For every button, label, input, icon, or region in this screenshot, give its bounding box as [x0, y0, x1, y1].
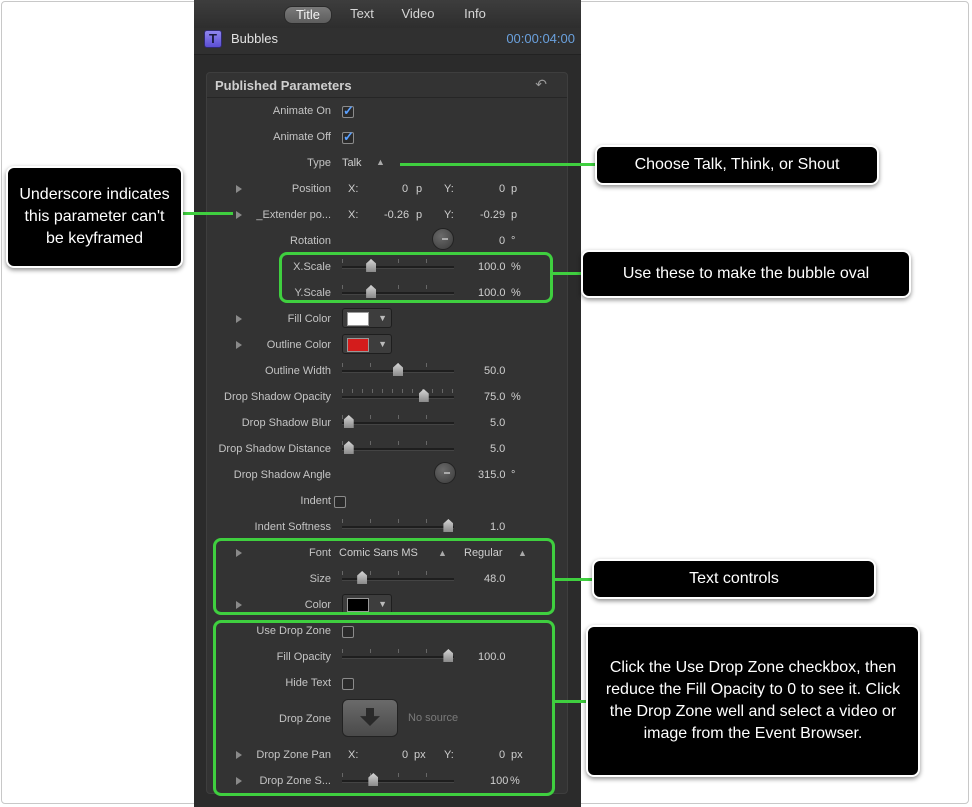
type-callout: Choose Talk, Think, or Shout	[595, 145, 879, 185]
fill-color-swatch	[347, 312, 369, 326]
extender-disclosure-icon[interactable]	[236, 211, 242, 219]
chevron-down-icon[interactable]: ▼	[378, 310, 387, 326]
position-x-unit: p	[416, 183, 423, 195]
drop-shadow-opacity-slider[interactable]	[342, 389, 454, 403]
outline-color-swatch	[347, 338, 369, 352]
extender-y-label: Y:	[444, 209, 454, 221]
drop-shadow-angle-dial[interactable]	[434, 462, 456, 484]
section-header[interactable]: Published Parameters ↶	[207, 73, 567, 98]
underscore-connector-line	[183, 212, 233, 215]
position-x-label: X:	[348, 183, 359, 195]
position-disclosure-icon[interactable]	[236, 185, 242, 193]
indent-softness-slider[interactable]	[342, 519, 454, 533]
animate-off-label: Animate Off	[273, 131, 331, 143]
extender-x-value[interactable]: -0.26	[384, 209, 409, 221]
tab-title[interactable]: Title	[284, 6, 332, 24]
type-label: Type	[307, 157, 331, 169]
tab-info[interactable]: Info	[458, 6, 492, 22]
clip-name: Bubbles	[231, 31, 278, 46]
outline-width-value[interactable]: 50.0	[484, 365, 505, 377]
outline-color-disclosure-icon[interactable]	[236, 341, 242, 349]
extender-y-unit: p	[511, 209, 518, 221]
indent-softness-value[interactable]: 1.0	[490, 521, 505, 533]
drop-shadow-opacity-label: Drop Shadow Opacity	[224, 391, 331, 403]
drop-shadow-opacity-unit: %	[511, 391, 521, 403]
position-label: Position	[291, 183, 331, 195]
underscore-callout: Underscore indicates this parameter can'…	[6, 166, 183, 268]
outline-color-well[interactable]: ▼	[342, 334, 392, 354]
outline-width-label: Outline Width	[264, 365, 331, 377]
clip-title-bar: T Bubbles 00:00:04:00	[194, 28, 581, 55]
extender-x-unit: p	[416, 209, 423, 221]
outline-color-label: Outline Color	[266, 339, 331, 351]
animate-on-label: Animate On	[272, 105, 331, 117]
rotation-unit: °	[511, 235, 516, 247]
drop-shadow-angle-label: Drop Shadow Angle	[233, 469, 331, 481]
drop-shadow-blur-label: Drop Shadow Blur	[241, 417, 331, 429]
text-controls-callout: Text controls	[592, 559, 876, 599]
chevron-down-icon[interactable]: ▼	[378, 336, 387, 352]
rotation-value[interactable]: 0	[499, 235, 505, 247]
scale-highlight-box	[279, 252, 553, 303]
drop-shadow-distance-slider[interactable]	[342, 441, 454, 455]
type-connector-line	[400, 163, 598, 166]
inspector-tab-bar: Title Text Video Info	[194, 0, 581, 29]
reset-icon[interactable]: ↶	[535, 76, 547, 93]
drop-shadow-blur-slider[interactable]	[342, 415, 454, 429]
extender-label: _Extender po...	[256, 209, 331, 221]
type-stepper-icon[interactable]: ▲	[376, 157, 385, 167]
type-popup[interactable]: Talk	[342, 157, 362, 169]
drop-shadow-distance-value[interactable]: 5.0	[490, 443, 505, 455]
drop-shadow-blur-value[interactable]: 5.0	[490, 417, 505, 429]
text-controls-highlight-box	[213, 538, 555, 615]
text-connector-line	[555, 578, 593, 581]
position-x-value[interactable]: 0	[402, 183, 408, 195]
indent-softness-label: Indent Softness	[254, 521, 331, 533]
rotation-label: Rotation	[290, 235, 331, 247]
fill-color-label: Fill Color	[287, 313, 331, 325]
drop-shadow-opacity-value[interactable]: 75.0	[484, 391, 505, 403]
extender-y-value[interactable]: -0.29	[480, 209, 505, 221]
scale-connector-line	[553, 272, 583, 275]
tab-text[interactable]: Text	[342, 6, 382, 22]
position-y-label: Y:	[444, 183, 454, 195]
animate-off-checkbox[interactable]	[342, 129, 354, 145]
drop-shadow-angle-value[interactable]: 315.0	[478, 469, 506, 481]
section-title: Published Parameters	[215, 78, 352, 93]
indent-label: Indent	[300, 495, 331, 507]
tab-video[interactable]: Video	[396, 6, 440, 22]
fill-color-well[interactable]: ▼	[342, 308, 392, 328]
title-icon: T	[204, 30, 222, 48]
indent-checkbox[interactable]	[334, 496, 346, 508]
drop-zone-highlight-box	[213, 620, 555, 796]
drop-zone-connector-line	[555, 700, 587, 703]
position-y-value[interactable]: 0	[499, 183, 505, 195]
drop-shadow-angle-unit: °	[511, 469, 516, 481]
rotation-dial[interactable]	[432, 228, 454, 250]
timecode: 00:00:04:00	[506, 31, 575, 46]
drop-zone-callout: Click the Use Drop Zone checkbox, then r…	[586, 625, 920, 777]
outline-width-slider[interactable]	[342, 363, 454, 377]
extender-x-label: X:	[348, 209, 359, 221]
scale-callout: Use these to make the bubble oval	[581, 250, 911, 298]
position-y-unit: p	[511, 183, 518, 195]
fill-color-disclosure-icon[interactable]	[236, 315, 242, 323]
drop-shadow-distance-label: Drop Shadow Distance	[218, 443, 331, 455]
animate-on-checkbox[interactable]	[342, 103, 354, 119]
